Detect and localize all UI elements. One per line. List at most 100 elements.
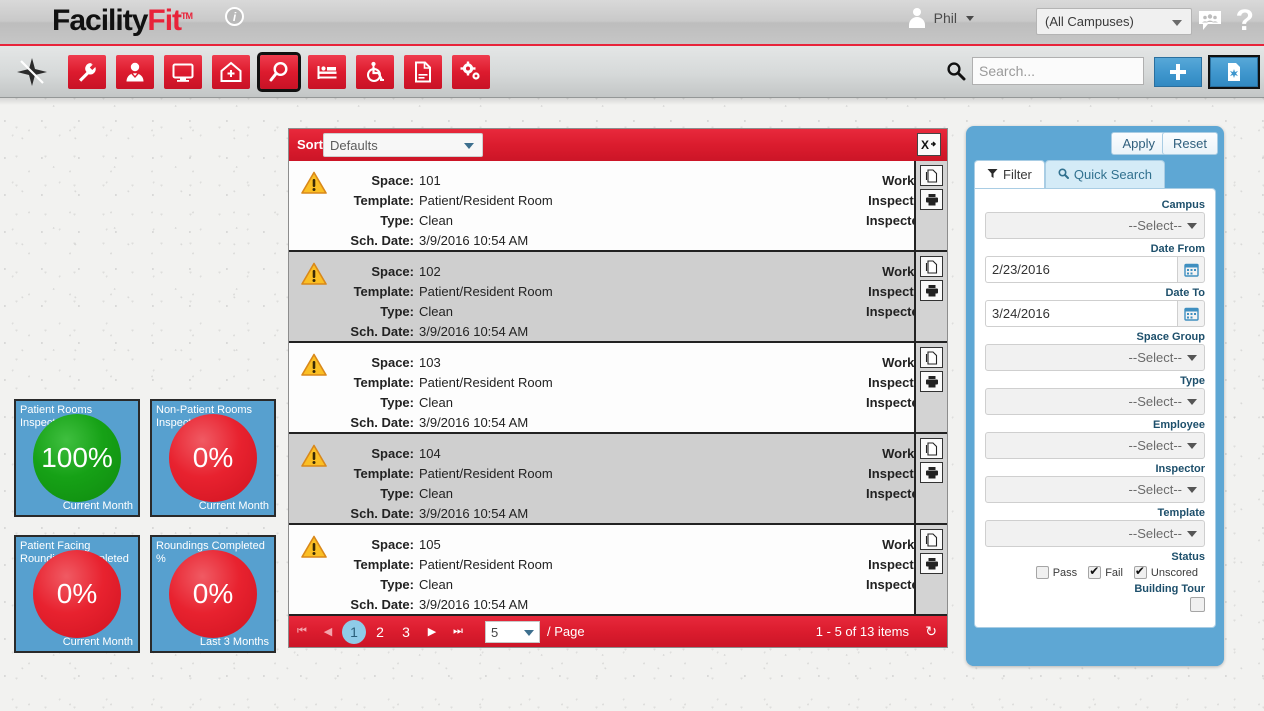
field-label-inspector: Inspector: [868, 557, 931, 572]
print-icon[interactable] [920, 371, 943, 392]
kpi-value: 0% [169, 550, 257, 638]
page-button-2[interactable]: 2 [368, 620, 392, 644]
employee-filter-select[interactable]: --Select-- [985, 432, 1205, 459]
reset-button[interactable]: Reset [1162, 132, 1218, 155]
toolbar-item-document[interactable] [404, 55, 442, 89]
search-area: Search... [946, 57, 1144, 85]
table-row[interactable]: Space: 104 Template: Patient/Resident Room… [289, 434, 947, 525]
toolbar-item-magnifier[interactable] [257, 52, 301, 92]
toolbar-item-bed[interactable] [308, 55, 346, 89]
avatar-icon [906, 7, 928, 29]
prev-page-button[interactable]: ◀ [315, 625, 341, 638]
field-value-space: 103 [419, 355, 441, 370]
copy-document-icon[interactable] [920, 165, 943, 186]
field-value-type: Clean [419, 486, 453, 501]
chevron-down-icon [966, 15, 974, 21]
chevron-down-icon [1187, 223, 1197, 229]
copy-document-icon[interactable] [920, 347, 943, 368]
toolbar-item-home-plus[interactable] [212, 55, 250, 89]
warning-triangle-icon [301, 262, 327, 286]
copy-document-icon[interactable] [920, 438, 943, 459]
status-checkbox-pass[interactable] [1035, 566, 1049, 579]
warning-triangle-icon [301, 171, 327, 195]
user-menu[interactable]: Phil [906, 7, 974, 29]
sort-bar: Sort Defaults X [289, 129, 947, 161]
type-filter-select[interactable]: --Select-- [985, 388, 1205, 415]
status-checkbox-fail[interactable] [1088, 564, 1102, 579]
field-label-inspected: Inspected: [865, 304, 931, 319]
inspection-rows[interactable]: Space: 101 Template: Patient/Resident Room… [289, 161, 947, 616]
kpi-tile[interactable]: Non-Patient Rooms Inspected % 0% Current… [150, 399, 276, 517]
field-label-template: Template: [353, 466, 414, 481]
compass-star-icon[interactable] [16, 57, 48, 87]
field-value-space: 105 [419, 537, 441, 552]
sort-select[interactable]: Defaults [323, 133, 483, 157]
chevron-down-icon [464, 143, 474, 149]
field-label-template: Template: [353, 284, 414, 299]
page-size-select[interactable]: 5 [485, 620, 540, 643]
field-value-type: Clean [419, 577, 453, 592]
space-group-filter-select[interactable]: --Select-- [985, 344, 1205, 371]
print-icon[interactable] [920, 553, 943, 574]
date-from-input[interactable]: 2/23/2016 [985, 256, 1177, 283]
add-button[interactable] [1154, 57, 1202, 87]
app-logo: FacilityFitTM [52, 4, 193, 38]
toolbar-item-gears[interactable] [452, 55, 490, 89]
field-value-sch-date: 3/9/2016 10:54 AM [419, 324, 529, 339]
campus-select[interactable]: (All Campuses) [1036, 8, 1192, 35]
field-value-template: Patient/Resident Room [419, 466, 553, 481]
new-document-icon[interactable] [1208, 55, 1260, 89]
calendar-icon[interactable] [1177, 256, 1205, 283]
kpi-tile[interactable]: Roundings Completed % 0% Last 3 Months [150, 535, 276, 653]
row-left-fields: Space: 105 Template: Patient/Resident Room… [337, 535, 777, 615]
field-label-type: Type: [380, 395, 414, 410]
field-label-worker: Worker: [882, 264, 931, 279]
table-row[interactable]: Space: 102 Template: Patient/Resident Room… [289, 252, 947, 343]
table-row[interactable]: Space: 101 Template: Patient/Resident Room… [289, 161, 947, 252]
print-icon[interactable] [920, 189, 943, 210]
field-label-worker: Worker: [882, 537, 931, 552]
export-excel-icon[interactable]: X [917, 133, 941, 156]
toolbar-item-wheelchair[interactable] [356, 55, 394, 89]
page-button-3[interactable]: 3 [394, 620, 418, 644]
kpi-tile[interactable]: Patient Rooms Inspected % 100% Current M… [14, 399, 140, 517]
page-button-1[interactable]: 1 [342, 619, 366, 644]
print-icon[interactable] [920, 462, 943, 483]
table-row[interactable]: Space: 105 Template: Patient/Resident Room… [289, 525, 947, 616]
last-page-button[interactable]: ⏭ [445, 625, 471, 638]
first-page-button[interactable]: ⏮ [289, 625, 315, 638]
inspector-filter-select[interactable]: --Select-- [985, 476, 1205, 503]
status-checkbox-unscored[interactable] [1133, 564, 1147, 579]
date-to-input[interactable]: 3/24/2016 [985, 300, 1177, 327]
toolbar-item-wrench[interactable] [68, 55, 106, 89]
table-row[interactable]: Space: 103 Template: Patient/Resident Room… [289, 343, 947, 434]
print-icon[interactable] [920, 280, 943, 301]
kpi-tile[interactable]: Patient Facing Roundings Completed 0% Cu… [14, 535, 140, 653]
tab-filter[interactable]: Filter [974, 160, 1045, 188]
toolbar-item-person[interactable] [116, 55, 154, 89]
apply-button[interactable]: Apply [1111, 132, 1166, 155]
per-page-label: / Page [547, 624, 585, 639]
building-tour-checkbox[interactable] [1190, 597, 1205, 612]
refresh-icon[interactable]: ↻ [925, 623, 937, 640]
campus-filter-select[interactable]: --Select-- [985, 212, 1205, 239]
toolbar-item-monitor[interactable] [164, 55, 202, 89]
field-label-template: Template: [353, 193, 414, 208]
info-icon[interactable]: i [225, 7, 244, 26]
copy-document-icon[interactable] [920, 256, 943, 277]
field-label-inspected: Inspected: [865, 395, 931, 410]
field-value-sch-date: 3/9/2016 10:54 AM [419, 415, 529, 430]
field-label-sch-date: Sch. Date: [350, 324, 414, 339]
help-icon[interactable]: ? [1236, 4, 1254, 38]
search-input[interactable]: Search... [972, 57, 1144, 85]
copy-document-icon[interactable] [920, 529, 943, 550]
field-label-type: Type: [380, 486, 414, 501]
tab-quick-search[interactable]: Quick Search [1044, 160, 1165, 188]
row-actions [914, 525, 947, 614]
logo-trademark: TM [181, 11, 193, 21]
next-page-button[interactable]: ▶ [419, 625, 445, 638]
calendar-icon[interactable] [1177, 300, 1205, 327]
svg-text:X: X [921, 138, 929, 152]
template-filter-select[interactable]: --Select-- [985, 520, 1205, 547]
chat-people-icon[interactable] [1198, 10, 1222, 32]
